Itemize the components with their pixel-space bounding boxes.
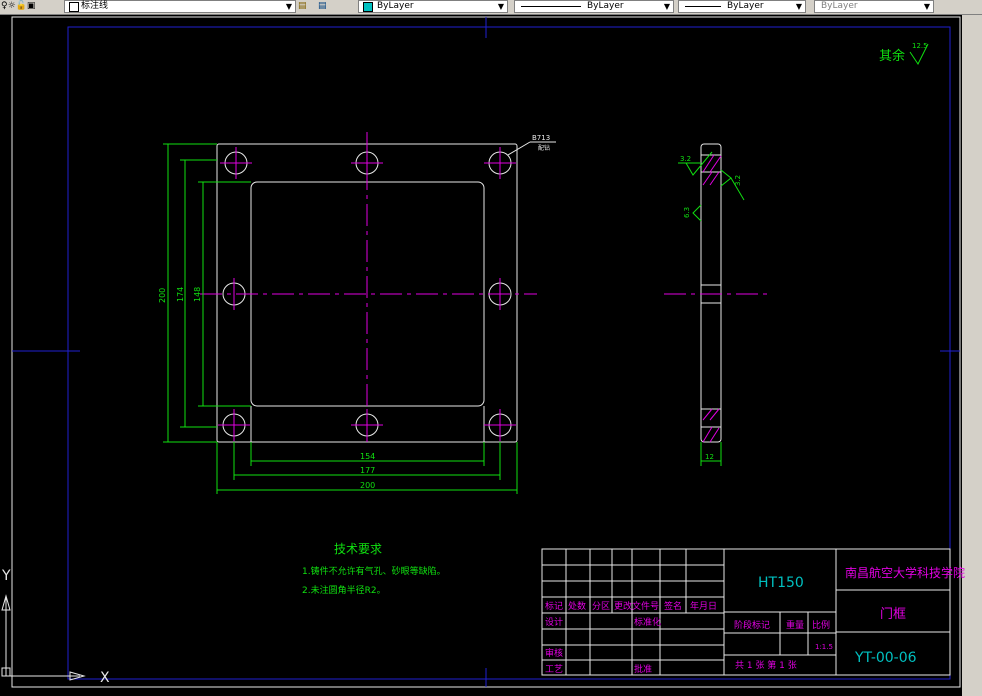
sheet-outer-border — [11, 16, 961, 688]
color-swatch — [363, 2, 373, 12]
lineweight-preview — [685, 6, 721, 7]
make-current-layer-icon[interactable]: ▤ — [298, 0, 307, 12]
chevron-down-icon[interactable]: ▼ — [922, 1, 932, 12]
sheet-info: 共 1 张 第 1 张 — [735, 659, 797, 671]
surface-finish-label: 其余 — [879, 48, 905, 64]
dim-height-174: 174 — [176, 287, 185, 302]
surface-finish-value: 12.5 — [912, 42, 928, 50]
side-roughness-1: 3.2 — [680, 155, 691, 163]
dim-width-177: 177 — [360, 466, 375, 475]
h-gongyi: 工艺 — [545, 664, 563, 675]
plotstyle-value: ByLayer — [821, 1, 858, 11]
tech-req-item2: 2.未注圆角半径R2。 — [302, 584, 386, 596]
h-sheji: 设计 — [545, 616, 563, 628]
dim-height-148: 148 — [193, 287, 202, 302]
title-block-headers: 标记 处数 分区 更改文件号 签名 年月日 设计 标准化 审核 工艺 批准 阶段… — [545, 600, 830, 675]
layer-previous-icon[interactable]: ▤ — [318, 0, 327, 12]
h-biaozhun: 标准化 — [634, 616, 661, 628]
tech-req-title: 技术要求 — [334, 542, 382, 556]
plotstyle-dropdown[interactable]: ByLayer ▼ — [814, 0, 934, 13]
dim-width-200: 200 — [360, 481, 375, 490]
ucs-x-label: X — [100, 670, 110, 686]
side-hatching — [664, 154, 768, 443]
linetype-value: ByLayer — [587, 1, 624, 11]
centering-marks — [12, 17, 960, 687]
properties-toolbar: ♀☼🔓▣ 标注线 ▼ ▤ ▤ ByLayer ▼ ByLayer ▼ ByLay… — [0, 0, 982, 15]
h-shenhe: 审核 — [545, 647, 563, 659]
hole-note-sub: 配钻 — [538, 144, 550, 152]
h-pizhun: 批准 — [634, 663, 652, 675]
side-roughness-2: 3.2 — [734, 175, 742, 186]
linetype-dropdown[interactable]: ByLayer ▼ — [514, 0, 674, 13]
side-view — [700, 143, 722, 443]
h-biaoji: 标记 — [545, 600, 563, 612]
chevron-down-icon[interactable]: ▼ — [662, 1, 672, 12]
side-roughness-3: 6.3 — [683, 207, 691, 218]
h-qianming: 签名 — [664, 600, 682, 612]
sheet-inner-border — [67, 26, 951, 680]
drawing-canvas[interactable]: 其余 12.5 B713 配钻 200 174 148 154 177 200 … — [0, 15, 982, 696]
dim-width-154: 154 — [360, 452, 375, 461]
hole-note-value: B713 — [532, 134, 550, 142]
layer-color-swatch — [69, 2, 79, 12]
tech-req-item1: 1.铸件不允许有气孔、砂眼等缺陷。 — [302, 565, 446, 577]
dim-height-200: 200 — [158, 288, 167, 303]
chevron-down-icon[interactable]: ▼ — [496, 1, 506, 12]
color-dropdown[interactable]: ByLayer ▼ — [358, 0, 508, 13]
ucs-icon — [1, 594, 86, 681]
scale-value: 1:1.5 — [815, 643, 833, 651]
linetype-preview — [521, 6, 581, 7]
h-chushu: 处数 — [568, 600, 586, 612]
chevron-down-icon[interactable]: ▼ — [794, 1, 804, 12]
lineweight-dropdown[interactable]: ByLayer ▼ — [678, 0, 806, 13]
h-gengai: 更改文件号 — [614, 600, 659, 612]
h-nianyueri: 年月日 — [690, 600, 717, 612]
drawing-number: YT-00-06 — [854, 650, 917, 666]
layer-state-icons[interactable]: ♀☼🔓▣ — [1, 0, 35, 12]
h-fenqu: 分区 — [592, 601, 610, 612]
layer-dropdown[interactable]: 标注线 ▼ — [64, 0, 296, 13]
material: HT150 — [758, 575, 804, 591]
chevron-down-icon[interactable]: ▼ — [284, 1, 294, 12]
side-thickness: 12 — [705, 453, 714, 461]
h-jieduan: 阶段标记 — [734, 619, 770, 631]
school-name: 南昌航空大学科技学院 — [845, 565, 965, 580]
layer-name: 标注线 — [81, 1, 109, 11]
h-bili: 比例 — [812, 619, 830, 631]
part-name: 门框 — [880, 607, 906, 622]
ucs-y-label: Y — [1, 568, 11, 584]
color-value: ByLayer — [377, 1, 414, 11]
h-zhongliang: 重量 — [786, 619, 804, 631]
lineweight-value: ByLayer — [727, 1, 764, 11]
